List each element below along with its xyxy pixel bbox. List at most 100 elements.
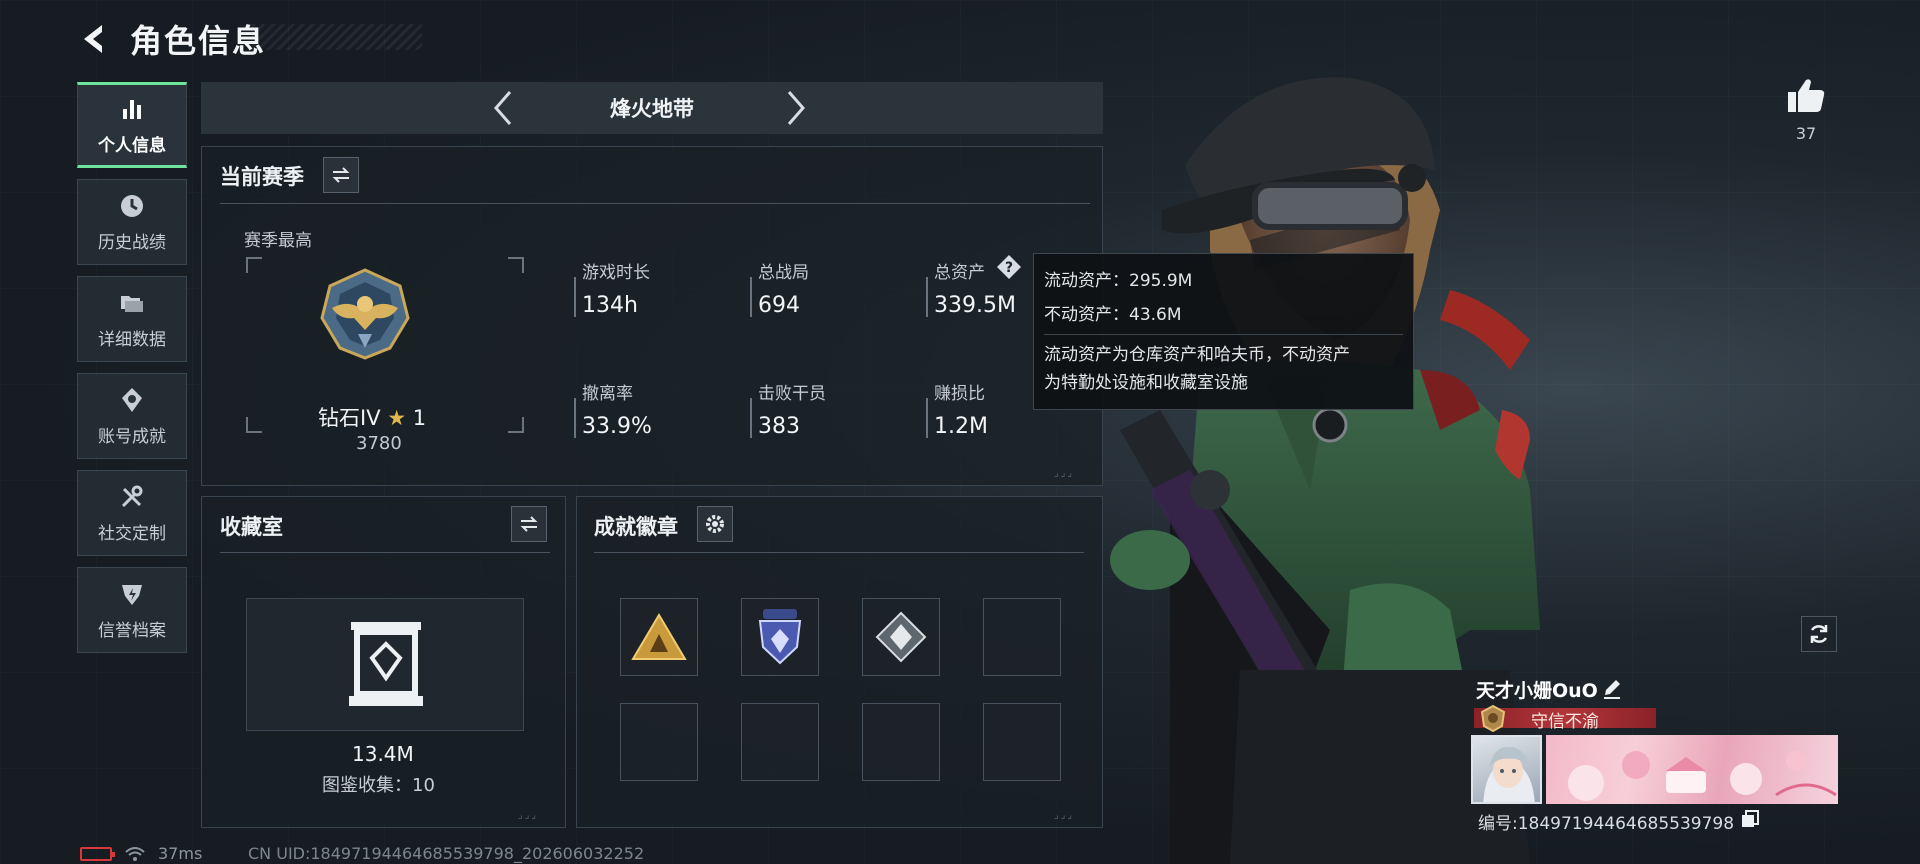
diamond-rank-emblem-icon <box>320 268 410 360</box>
sidebar-item-label: 历史战绩 <box>98 232 166 253</box>
tooltip-description-line1: 流动资产为仓库资产和哈夫币，不动资产 <box>1044 345 1350 365</box>
tools-icon <box>121 485 143 507</box>
edit-pencil-icon[interactable] <box>1601 677 1623 699</box>
sidebar-item-label: 信誉档案 <box>98 620 166 641</box>
like-count: 37 <box>1795 124 1817 143</box>
stat-value: 134h <box>582 293 638 318</box>
sidebar-item-label: 个人信息 <box>98 135 166 156</box>
badge-slot-1[interactable] <box>620 598 698 676</box>
player-name-card[interactable] <box>1546 735 1838 804</box>
like-button[interactable]: 37 <box>1784 76 1828 143</box>
badge-slot-6[interactable] <box>741 703 819 781</box>
badge-slot-2[interactable] <box>741 598 819 676</box>
wifi-icon <box>125 846 145 861</box>
corner-decoration: ⌟⌟⌟ <box>1054 810 1075 821</box>
stat-play-time: 游戏时长 134h <box>582 258 650 318</box>
page-header: 角色信息 <box>76 16 266 62</box>
rotate-view-button[interactable] <box>1801 616 1837 652</box>
badge-slot-7[interactable] <box>862 703 940 781</box>
display-case-icon <box>349 622 423 706</box>
stat-value: 339.5M <box>934 293 1016 318</box>
stat-separator <box>926 398 928 438</box>
stat-label: 撤离率 <box>582 384 633 404</box>
badge-slot-8[interactable] <box>983 703 1061 781</box>
cn-uid: CN UID:18497194464685539798_202606032252 <box>248 844 645 863</box>
rank-name-text: 钻石IV <box>318 406 381 430</box>
next-mode-arrow-icon[interactable] <box>781 88 811 128</box>
status-bar: 37ms <box>80 844 202 863</box>
tooltip-liquid-assets: 流动资产：295.9M <box>1044 271 1193 291</box>
sidebar-item-achievements[interactable]: 账号成就 <box>77 373 187 459</box>
back-arrow-icon[interactable] <box>76 21 112 57</box>
folder-icon <box>121 295 143 312</box>
gear-icon <box>706 515 724 533</box>
stat-extraction-rate: 撤离率 33.9% <box>582 379 652 439</box>
stat-separator <box>750 398 752 438</box>
season-peak-label: 赛季最高 <box>244 231 312 251</box>
stat-separator <box>574 398 576 438</box>
season-title: 当前赛季 <box>220 165 304 189</box>
player-title: 守信不渝 <box>1531 712 1599 732</box>
stat-separator <box>750 277 752 317</box>
badge-slot-3[interactable] <box>862 598 940 676</box>
title-decoration <box>252 24 422 50</box>
shield-icon <box>122 584 142 605</box>
swap-icon <box>332 167 350 183</box>
vault-switch-button[interactable] <box>511 506 547 542</box>
help-icon[interactable]: ? <box>996 254 1022 280</box>
silver-diamond-badge-icon <box>875 611 927 663</box>
sidebar-item-detailed-data[interactable]: 详细数据 <box>77 276 187 362</box>
stat-value: 1.2M <box>934 414 988 439</box>
player-id: 编号:18497194464685539798 <box>1478 814 1735 834</box>
previous-mode-arrow-icon[interactable] <box>488 88 518 128</box>
tooltip-divider <box>1044 334 1403 335</box>
badges-settings-button[interactable] <box>697 506 733 542</box>
stat-total-matches: 总战局 694 <box>758 258 809 318</box>
badge-slot-4[interactable] <box>983 598 1061 676</box>
sidebar-item-history[interactable]: 历史战绩 <box>77 179 187 265</box>
badge-slot-5[interactable] <box>620 703 698 781</box>
gold-triangle-badge-icon <box>631 613 687 660</box>
stat-label: 游戏时长 <box>582 263 650 283</box>
corner-decoration: ⌟⌟⌟ <box>518 810 539 821</box>
copy-icon[interactable] <box>1741 810 1759 828</box>
sidebar-item-reputation[interactable]: 信誉档案 <box>77 567 187 653</box>
clock-icon <box>121 194 143 217</box>
mode-selector: 烽火地带 <box>201 82 1103 134</box>
stat-label: 总战局 <box>758 263 809 283</box>
rank-stars: 1 <box>412 406 427 430</box>
assets-tooltip: 流动资产：295.9M 不动资产：43.6M 流动资产为仓库资产和哈夫币，不动资… <box>1033 253 1414 410</box>
sidebar-item-social[interactable]: 社交定制 <box>77 470 187 556</box>
avatar[interactable] <box>1471 735 1542 804</box>
vault-title: 收藏室 <box>220 515 283 539</box>
player-name: 天才小姗OuO <box>1476 680 1598 702</box>
stat-separator <box>926 277 928 317</box>
avatar-portrait-icon <box>1483 746 1535 802</box>
stat-label: 击败干员 <box>758 384 826 404</box>
rank-name: 钻石IV ★ 1 <box>318 402 426 432</box>
season-switch-button[interactable] <box>323 157 359 193</box>
stat-value: 694 <box>758 293 800 318</box>
svg-text:?: ? <box>1005 260 1013 276</box>
page-title: 角色信息 <box>130 22 267 60</box>
sidebar: 个人信息 历史战绩 详细数据 账号成就 社交定制 信誉档案 <box>77 82 187 664</box>
sidebar-item-personal-info[interactable]: 个人信息 <box>77 82 187 168</box>
bar-chart-icon <box>123 99 141 119</box>
stat-profit-loss-ratio: 赚损比 1.2M <box>934 379 988 439</box>
season-divider <box>220 203 1090 204</box>
sidebar-item-label: 社交定制 <box>98 523 166 544</box>
name-card-art <box>1568 751 1837 801</box>
vault-divider <box>220 552 550 553</box>
stat-separator <box>574 277 576 317</box>
swap-icon <box>520 516 538 532</box>
battery-icon <box>80 846 115 861</box>
sidebar-item-label: 账号成就 <box>98 426 166 447</box>
rank-score: 3780 <box>356 433 402 454</box>
sidebar-item-label: 详细数据 <box>98 329 166 350</box>
refresh-icon <box>1810 625 1828 643</box>
stat-value: 33.9% <box>582 414 652 439</box>
stat-operators-defeated: 击败干员 383 <box>758 379 826 439</box>
thumbs-up-icon <box>1788 79 1825 112</box>
vault-value: 13.4M <box>352 742 414 766</box>
achievement-icon <box>122 387 142 412</box>
